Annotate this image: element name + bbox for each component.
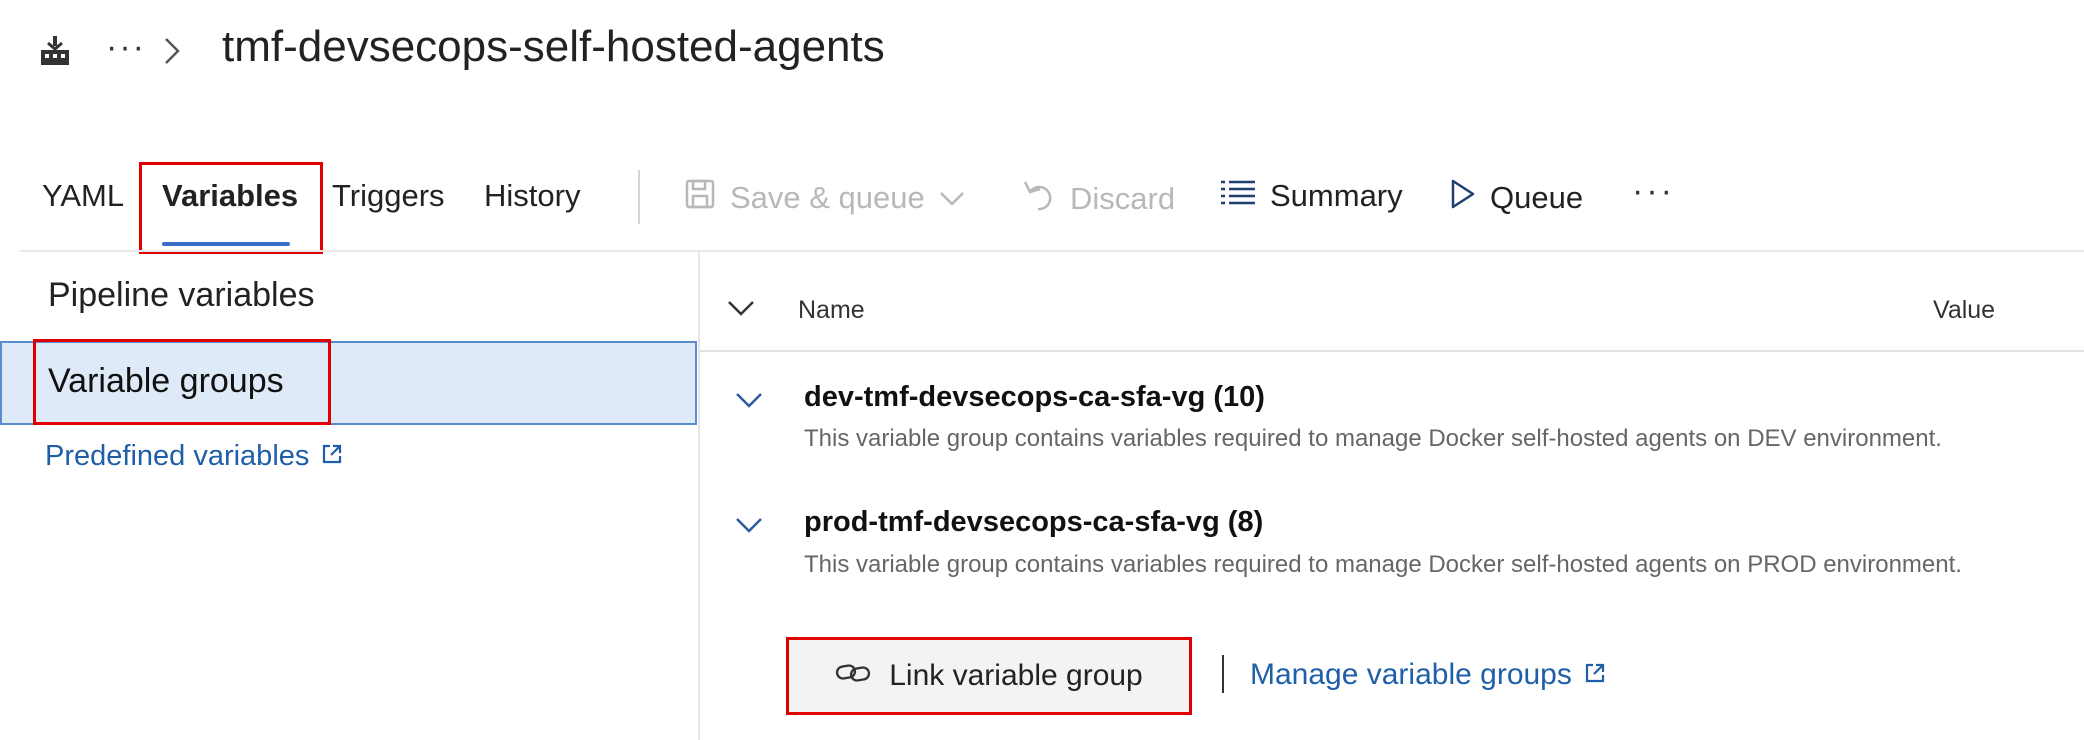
play-icon (1450, 178, 1476, 218)
variable-group-title[interactable]: prod-tmf-devsecops-ca-sfa-vg (8) (804, 506, 1263, 539)
discard-label: Discard (1070, 181, 1176, 216)
nav-pipeline-variables[interactable]: Pipeline variables (48, 276, 315, 315)
link-variable-group-label: Link variable group (889, 659, 1143, 692)
queue-label: Queue (1490, 180, 1584, 215)
page-title: tmf-devsecops-self-hosted-agents (222, 22, 885, 71)
column-header-name: Name (798, 296, 865, 324)
save-queue-label: Save & queue (730, 180, 925, 215)
action-separator (1222, 655, 1224, 693)
variable-group-description: This variable group contains variables r… (804, 551, 1962, 578)
save-icon (684, 178, 716, 218)
queue-button[interactable]: Queue (1450, 178, 1583, 218)
summary-button[interactable]: Summary (1220, 178, 1403, 214)
chevron-down-icon (939, 180, 965, 216)
header-divider (20, 250, 2084, 252)
more-actions-button[interactable]: ··· (1632, 172, 1675, 211)
highlight-box-variables-tab (139, 162, 323, 254)
external-link-icon (1584, 658, 1606, 692)
variable-group-title[interactable]: dev-tmf-devsecops-ca-sfa-vg (10) (804, 381, 1265, 414)
variable-group-description: This variable group contains variables r… (804, 425, 1942, 452)
manage-variable-groups-link[interactable]: Manage variable groups (1250, 658, 1606, 692)
toolbar-divider (638, 170, 640, 224)
column-header-value: Value (1933, 296, 1996, 324)
external-link-icon (321, 440, 343, 473)
link-variable-group-button[interactable]: Link variable group (786, 637, 1192, 715)
link-icon (835, 659, 871, 693)
manage-variable-groups-label: Manage variable groups (1250, 658, 1572, 691)
discard-button[interactable]: Discard (1022, 178, 1175, 220)
tab-history[interactable]: History (484, 178, 580, 214)
panel-divider (698, 252, 700, 740)
undo-icon (1022, 178, 1056, 220)
list-icon (1220, 178, 1256, 214)
pipeline-icon[interactable] (38, 34, 72, 68)
summary-label: Summary (1270, 178, 1403, 213)
nav-predefined-variables-link[interactable]: Predefined variables (45, 440, 343, 473)
table-header-divider (700, 350, 2084, 352)
breadcrumb-more-button[interactable]: ··· (106, 28, 146, 67)
chevron-right-icon (162, 36, 182, 66)
collapse-all-chevron-icon[interactable] (727, 298, 755, 318)
tab-triggers[interactable]: Triggers (332, 178, 445, 214)
predefined-variables-label: Predefined variables (45, 440, 310, 472)
highlight-box-variable-groups (33, 339, 331, 425)
tab-yaml[interactable]: YAML (42, 178, 124, 214)
save-queue-button[interactable]: Save & queue (684, 178, 965, 218)
group-expand-chevron-icon[interactable] (735, 515, 763, 535)
group-expand-chevron-icon[interactable] (735, 390, 763, 410)
